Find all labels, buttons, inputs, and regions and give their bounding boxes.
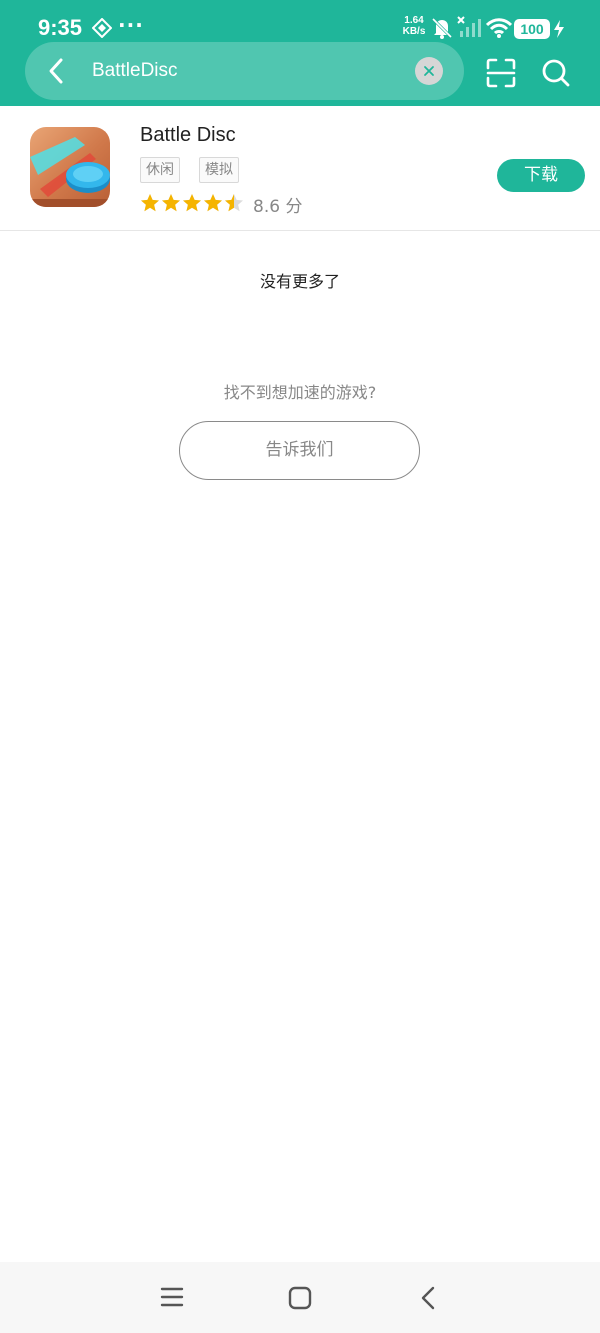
gps-diamond-icon [91,17,113,42]
menu-icon[interactable] [160,1286,184,1312]
signal-icon [456,15,482,43]
scan-icon [486,58,516,88]
star-icon [204,194,222,212]
divider [0,230,600,231]
tag-casual: 休闲 [140,157,180,183]
clear-search-button[interactable] [415,57,443,85]
wifi-icon [485,18,513,42]
system-nav-bar [0,1262,600,1333]
game-not-found-text: 找不到想加速的游戏? [223,383,377,402]
nav-back-icon[interactable] [418,1285,438,1315]
star-icon [141,194,159,212]
status-bar: 9:35 ··· 1.64 KB/s 100 [0,0,600,44]
tell-us-button[interactable]: 告诉我们 [179,421,420,480]
battery-level: 100 [514,19,550,39]
star-icon [183,194,201,212]
search-input[interactable] [92,56,402,86]
net-speed: 1.64 KB/s [398,15,430,37]
tag-simulation: 模拟 [199,157,239,183]
star-rating [140,193,244,217]
close-icon [424,66,434,76]
no-more-results-text: 没有更多了 [259,272,340,291]
search-icon [542,59,570,87]
charging-bolt-icon [553,19,565,43]
net-speed-unit: KB/s [402,26,426,37]
app-icon-battle-disc[interactable] [30,127,110,207]
bell-muted-icon [431,17,453,43]
rating-score: 8.6 分 [253,197,303,217]
star-icon [162,194,180,212]
home-icon[interactable] [288,1286,312,1314]
status-more-icon: ··· [118,13,144,37]
download-button[interactable]: 下载 [497,159,585,192]
search-button[interactable] [541,58,571,88]
app-name: Battle Disc [140,124,236,146]
net-speed-value: 1.64 [404,15,424,26]
app-header: 9:35 ··· 1.64 KB/s 100 [0,0,600,106]
back-button[interactable] [44,56,70,86]
scan-button[interactable] [486,58,516,88]
status-time: 9:35 [38,15,83,40]
star-icon [225,194,243,212]
